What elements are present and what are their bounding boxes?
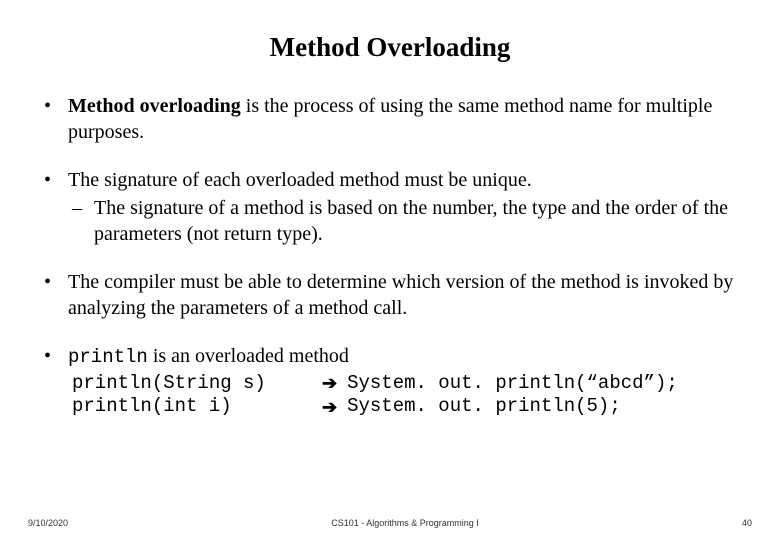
bullet-list: Method overloading is the process of usi… [40,93,740,419]
bullet-item-3: The compiler must be able to determine w… [40,269,740,321]
code-left: println(String s) [72,372,312,396]
footer-page: 40 [742,518,752,528]
slide-title: Method Overloading [40,32,740,63]
code-block: println(String s) ➔ System. out. println… [72,372,740,420]
bullet-4-text: is an overloaded method [148,345,349,367]
bullet-1-bold: Method overloading [68,95,241,117]
code-row: println(int i) ➔ System. out. println(5)… [72,395,740,419]
code-row: println(String s) ➔ System. out. println… [72,372,740,396]
bullet-item-2: The signature of each overloaded method … [40,167,740,247]
footer-date: 9/10/2020 [28,518,68,528]
arrow-icon: ➔ [322,372,337,395]
footer: 9/10/2020 CS101 - Algorithms & Programmi… [0,518,780,528]
arrow-icon: ➔ [322,396,337,419]
bullet-2-sub: The signature of a method is based on th… [68,195,740,247]
bullet-4-code: println [68,346,148,368]
slide: Method Overloading Method overloading is… [0,0,780,540]
bullet-item-4: println is an overloaded method println(… [40,343,740,419]
code-right: System. out. println(“abcd”); [347,372,678,396]
bullet-3-text: The compiler must be able to determine w… [68,271,733,319]
bullet-2-sublist: The signature of a method is based on th… [68,195,740,247]
footer-course: CS101 - Algorithms & Programming I [331,518,479,528]
code-right: System. out. println(5); [347,395,621,419]
code-left: println(int i) [72,395,312,419]
bullet-2-text: The signature of each overloaded method … [68,169,532,191]
bullet-item-1: Method overloading is the process of usi… [40,93,740,145]
